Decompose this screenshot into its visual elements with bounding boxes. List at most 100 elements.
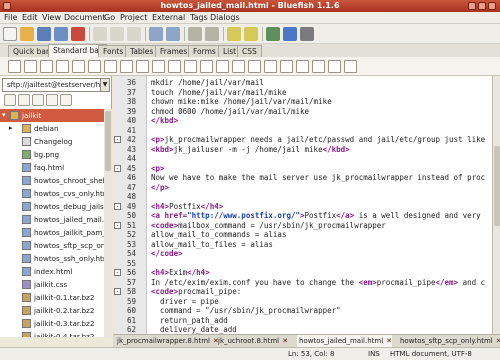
expander-icon[interactable]: ▾ bbox=[2, 109, 6, 122]
thumbnail-icon[interactable] bbox=[168, 60, 181, 73]
anchor-icon[interactable] bbox=[120, 60, 133, 73]
italic-icon[interactable] bbox=[56, 60, 69, 73]
comment-icon[interactable] bbox=[184, 60, 197, 73]
nbsp-icon[interactable] bbox=[104, 60, 117, 73]
code-line[interactable]: allow_mail_to_commands = alias bbox=[151, 230, 286, 240]
code-line[interactable]: </p> bbox=[151, 183, 169, 193]
open-file-icon[interactable] bbox=[20, 27, 34, 41]
tab-forms[interactable]: Forms bbox=[188, 45, 221, 57]
save-icon[interactable] bbox=[37, 27, 51, 41]
find-icon[interactable] bbox=[149, 27, 163, 41]
div-icon[interactable] bbox=[328, 60, 341, 73]
minimize-icon[interactable] bbox=[468, 2, 476, 10]
undo-icon[interactable] bbox=[188, 27, 202, 41]
menu-external[interactable]: External bbox=[152, 12, 185, 24]
center-icon[interactable] bbox=[216, 60, 229, 73]
tab-tables[interactable]: Tables bbox=[125, 45, 159, 57]
fold-toggle-icon[interactable]: - bbox=[114, 164, 121, 172]
code-editor[interactable]: 36 37 38 39 40 41 42-43 44 45-46 47 48 49-50 51-52 53… bbox=[113, 76, 492, 334]
editor-scrollbar[interactable] bbox=[492, 76, 500, 334]
copy-icon[interactable] bbox=[110, 27, 124, 41]
menu-edit[interactable]: Edit bbox=[22, 12, 38, 24]
code-line[interactable]: command = "/usr/sbin/jk_procmailwrapper" bbox=[151, 306, 341, 316]
sidebar-scrollbar[interactable] bbox=[104, 109, 112, 337]
close-tab-icon[interactable]: ✕ bbox=[496, 335, 500, 347]
go-up-icon[interactable] bbox=[4, 94, 16, 106]
home-icon[interactable] bbox=[32, 94, 44, 106]
close-icon[interactable] bbox=[488, 2, 496, 10]
save-as-icon[interactable] bbox=[54, 27, 68, 41]
preview-icon[interactable] bbox=[266, 27, 280, 41]
code-line[interactable]: <p>jk_procmailwrapper needs a jail/etc/p… bbox=[151, 135, 485, 145]
span-icon[interactable] bbox=[344, 60, 357, 73]
code-line[interactable]: allow_mail_to_files = alias bbox=[151, 240, 273, 250]
paragraph-icon[interactable] bbox=[72, 60, 85, 73]
email-icon[interactable] bbox=[200, 60, 213, 73]
chevron-down-icon[interactable]: ▼ bbox=[100, 79, 109, 91]
paste-icon[interactable] bbox=[127, 27, 141, 41]
image-icon[interactable] bbox=[152, 60, 165, 73]
code-line[interactable]: mkdir /home/jail/var/mail bbox=[151, 78, 264, 88]
new-file-icon[interactable] bbox=[3, 27, 17, 41]
close-tab-icon[interactable]: ✕ bbox=[282, 335, 288, 347]
code-line[interactable]: delivery_date_add bbox=[151, 325, 237, 334]
code-line[interactable]: <kbd>jk_jailuser -m -j /home/jail mike</… bbox=[151, 145, 350, 155]
indent-icon[interactable] bbox=[227, 27, 241, 41]
menu-go[interactable]: Go bbox=[104, 12, 115, 24]
folder-item[interactable]: ▾ jailkit bbox=[0, 109, 104, 122]
quickstart-icon[interactable] bbox=[8, 60, 21, 73]
menu-file[interactable]: File bbox=[4, 12, 17, 24]
css-icon[interactable] bbox=[312, 60, 325, 73]
heading-icon[interactable] bbox=[264, 60, 277, 73]
doc-tab-jk-uchroot[interactable]: jk_uchroot.8.html ✕ bbox=[216, 335, 288, 347]
menu-document[interactable]: Document bbox=[64, 12, 105, 24]
code-line[interactable]: chown mike:mike /home/jail/var/mail/mike bbox=[151, 97, 332, 107]
close-file-icon[interactable] bbox=[71, 27, 85, 41]
body-icon[interactable] bbox=[24, 60, 37, 73]
code-line[interactable]: <code>mailbox_command = /usr/sbin/jk_pro… bbox=[151, 221, 386, 231]
break-icon[interactable] bbox=[88, 60, 101, 73]
fold-toggle-icon[interactable]: - bbox=[114, 136, 121, 143]
code-line[interactable]: <p> bbox=[151, 164, 165, 174]
code-line[interactable]: Now we have to make the mail server use … bbox=[151, 173, 485, 183]
right-align-icon[interactable] bbox=[232, 60, 245, 73]
tab-frames[interactable]: Frames bbox=[155, 45, 193, 57]
cut-icon[interactable] bbox=[93, 27, 107, 41]
fold-toggle-icon[interactable]: - bbox=[114, 202, 121, 210]
refresh-icon[interactable] bbox=[18, 94, 30, 106]
replace-icon[interactable] bbox=[166, 27, 180, 41]
close-tab-icon[interactable]: ✕ bbox=[386, 335, 392, 347]
code-line[interactable]: <code>procmail_pipe: bbox=[151, 287, 241, 297]
rule-icon[interactable] bbox=[136, 60, 149, 73]
code-line[interactable]: <a href="http://www.postfix.org/">Postfi… bbox=[151, 211, 481, 221]
redo-icon[interactable] bbox=[205, 27, 219, 41]
doc-tab-howtos-jailed-mail[interactable]: howtos_jailed_mail.html ✕ bbox=[297, 335, 393, 347]
tab-css[interactable]: CSS bbox=[237, 45, 262, 57]
maximize-icon[interactable] bbox=[478, 2, 486, 10]
menu-dialogs[interactable]: Dialogs bbox=[210, 12, 240, 24]
code-line[interactable]: driver = pipe bbox=[151, 297, 219, 307]
tools-icon[interactable] bbox=[300, 27, 314, 41]
unindent-icon[interactable] bbox=[244, 27, 258, 41]
browser-icon[interactable] bbox=[283, 27, 297, 41]
menu-tags[interactable]: Tags bbox=[190, 12, 208, 24]
fold-toggle-icon[interactable]: - bbox=[114, 269, 121, 276]
doc-tab-jk-procmailwrapper[interactable]: jk_procmailwrapper.8.html ✕ bbox=[115, 335, 219, 347]
code-line[interactable]: <h4>Postfix</h4> bbox=[151, 202, 223, 212]
code-line[interactable]: touch /home/jail/var/mail/mike bbox=[151, 88, 286, 98]
menu-project[interactable]: Project bbox=[120, 12, 147, 24]
code-line[interactable]: chmod 0600 /home/jail/var/mail/mike bbox=[151, 107, 309, 117]
font-icon[interactable] bbox=[248, 60, 261, 73]
fold-toggle-icon[interactable]: - bbox=[114, 288, 121, 295]
code-line[interactable]: In /etc/exim/exim.conf you have to chang… bbox=[151, 278, 485, 288]
code-line[interactable]: return_path_add bbox=[151, 316, 228, 326]
path-combo[interactable]: sftp://jailtest@testserver/home ▼ bbox=[2, 78, 110, 92]
new-folder-icon[interactable] bbox=[46, 94, 58, 106]
bold-icon[interactable] bbox=[40, 60, 53, 73]
filter-icon[interactable] bbox=[60, 94, 72, 106]
doc-tab-howtos-sftp-scp-only[interactable]: howtos_sftp_scp_only.html ✕ bbox=[398, 335, 500, 347]
code-line[interactable]: </kbd> bbox=[151, 116, 178, 126]
code-line[interactable]: <h4>Exim</h4> bbox=[151, 268, 210, 278]
table-icon[interactable] bbox=[280, 60, 293, 73]
code-line[interactable]: </code> bbox=[151, 249, 183, 259]
